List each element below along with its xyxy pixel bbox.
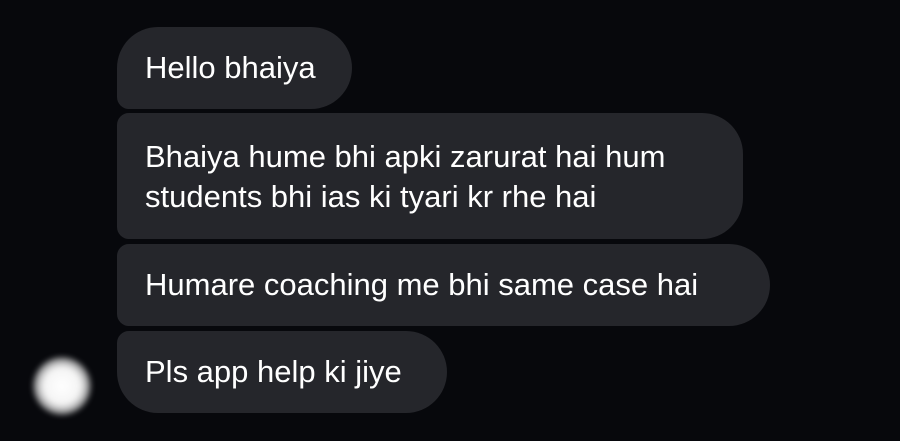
message-bubble[interactable]: Hello bhaiya xyxy=(117,27,352,109)
message-text: Hello bhaiya xyxy=(145,50,316,85)
message-bubble[interactable]: Humare coaching me bhi same case hai xyxy=(117,244,770,326)
message-text: students bhi ias ki tyari kr rhe hai xyxy=(145,179,597,214)
message-text: Pls app help ki jiye xyxy=(145,354,402,389)
message-text: Humare coaching me bhi same case hai xyxy=(145,267,699,302)
avatar[interactable] xyxy=(33,357,91,415)
message-bubble[interactable]: Pls app help ki jiye xyxy=(117,331,447,413)
message-text: Bhaiya hume bhi apki zarurat hai hum xyxy=(145,139,666,174)
message-thread: Hello bhaiya Bhaiya hume bhi apki zarura… xyxy=(0,0,900,441)
message-bubble[interactable]: Bhaiya hume bhi apki zarurat hai hum stu… xyxy=(117,113,743,239)
